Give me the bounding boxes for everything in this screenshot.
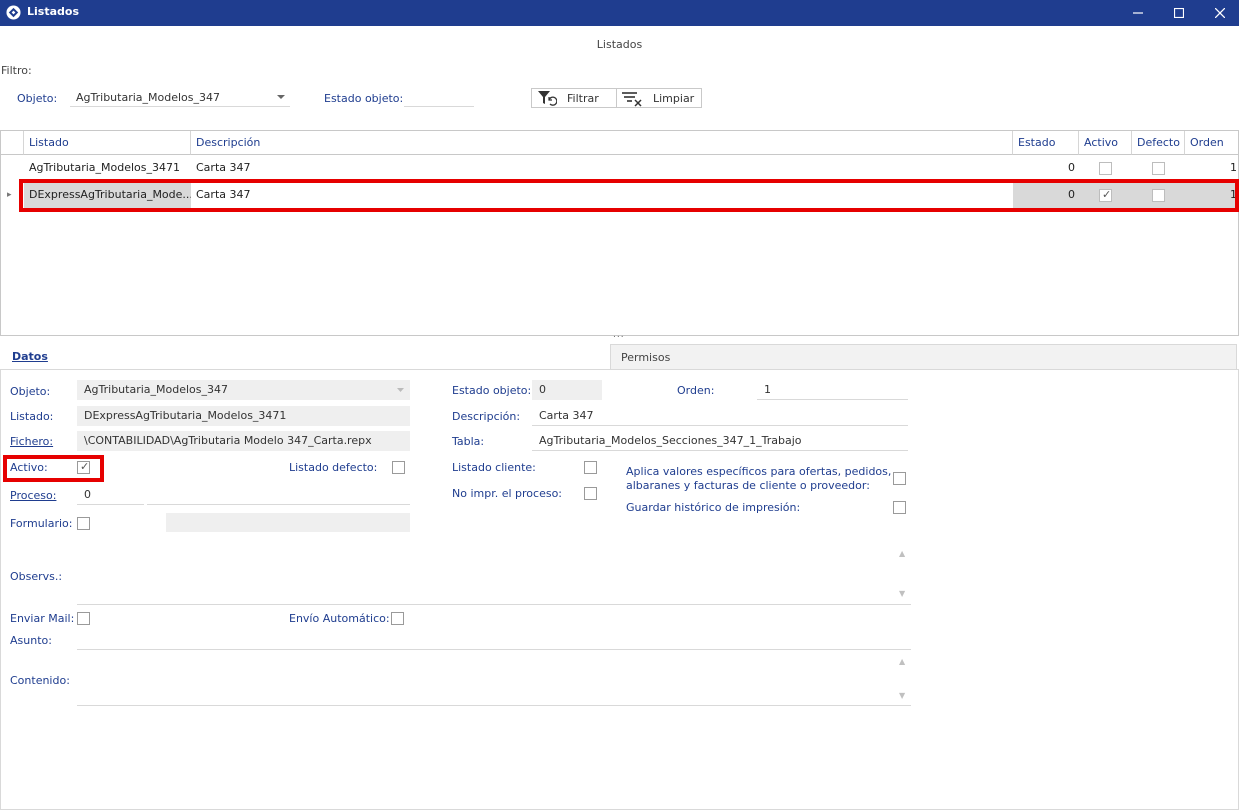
maximize-icon (1174, 8, 1184, 18)
objeto-label: Objeto: (10, 385, 51, 398)
formulario-field[interactable] (166, 513, 410, 532)
listado-defecto-label: Listado defecto: (289, 461, 378, 474)
observs-textarea[interactable]: ▲ ▼ (77, 543, 911, 605)
no-impr-label: No impr. el proceso: (452, 487, 563, 500)
formulario-checkbox[interactable] (77, 517, 90, 530)
proceso-field[interactable]: 0 (77, 485, 144, 505)
filter-estado-input[interactable] (404, 87, 474, 107)
scroll-down-icon[interactable]: ▼ (899, 691, 905, 700)
filter-estado-label: Estado objeto: (324, 92, 404, 105)
aplica-label-line1: Aplica valores específicos para ofertas,… (626, 465, 892, 478)
row-orden: 1 (1230, 161, 1237, 174)
guardar-historico-label: Guardar histórico de impresión: (626, 501, 801, 514)
guardar-historico-checkbox[interactable] (893, 501, 906, 514)
table-row[interactable]: AgTributaria_Modelos_3471 Carta 347 0 1 (1, 155, 1238, 181)
column-header-activo[interactable]: Activo (1079, 131, 1132, 155)
enviar-mail-checkbox[interactable] (77, 612, 90, 625)
close-icon (1215, 8, 1225, 18)
clear-filter-icon (622, 92, 642, 107)
minimize-icon (1133, 12, 1143, 14)
column-header-orden[interactable]: Orden (1185, 131, 1238, 155)
tab-datos[interactable]: Datos (0, 342, 610, 370)
tabla-field[interactable]: AgTributaria_Modelos_Secciones_347_1_Tra… (532, 431, 908, 451)
listado-label: Listado: (10, 410, 54, 423)
limpiar-button[interactable]: Limpiar (616, 88, 702, 108)
listado-cliente-label: Listado cliente: (452, 461, 536, 474)
column-header-listado[interactable]: Listado (24, 131, 191, 155)
filter-objeto-dropdown[interactable]: AgTributaria_Modelos_347 (70, 87, 290, 107)
listado-cliente-checkbox[interactable] (584, 461, 597, 474)
row-defecto-checkbox[interactable] (1152, 162, 1165, 175)
descripcion-field[interactable]: Carta 347 (532, 406, 908, 426)
column-header-estado[interactable]: Estado (1013, 131, 1079, 155)
row-activo-checkbox[interactable] (1099, 162, 1112, 175)
descripcion-label: Descripción: (452, 410, 521, 423)
form-heading: Listados (596, 38, 643, 51)
tab-divider (0, 369, 1239, 370)
filter-objeto-value: AgTributaria_Modelos_347 (76, 91, 220, 104)
close-button[interactable] (1198, 0, 1239, 26)
fichero-field[interactable]: \CONTABILIDAD\AgTributaria Modelo 347_Ca… (77, 431, 410, 451)
row-indicator-icon: ▸ (7, 190, 12, 200)
filtrar-button[interactable]: Filtrar (531, 88, 617, 108)
objeto-value: AgTributaria_Modelos_347 (84, 383, 228, 396)
contenido-label: Contenido: (10, 674, 70, 687)
window-title: Listados (27, 5, 79, 18)
row-descripcion: Carta 347 (196, 161, 251, 174)
orden-field[interactable]: 1 (757, 380, 908, 400)
contenido-textarea[interactable]: ▲ ▼ (77, 650, 911, 706)
listado-field[interactable]: DExpressAgTributaria_Modelos_3471 (77, 406, 410, 426)
filter-refresh-icon (538, 91, 557, 106)
asunto-label: Asunto: (10, 634, 52, 647)
no-impr-checkbox[interactable] (584, 487, 597, 500)
envio-automatico-checkbox[interactable] (391, 612, 404, 625)
filter-objeto-label: Objeto: (17, 92, 58, 105)
maximize-button[interactable] (1157, 0, 1201, 26)
proceso-description-field[interactable] (147, 485, 410, 505)
app-logo-icon (6, 5, 21, 20)
scroll-down-icon[interactable]: ▼ (899, 589, 905, 598)
enviar-mail-label: Enviar Mail: (10, 612, 75, 625)
panel-left-border (0, 370, 1, 810)
chevron-down-icon (397, 388, 404, 392)
aplica-label-line2: albaranes y facturas de cliente o provee… (626, 479, 870, 492)
listados-grid[interactable]: Listado Descripción Estado Activo Defect… (0, 130, 1239, 336)
minimize-button[interactable] (1116, 0, 1160, 26)
tab-permisos-label: Permisos (621, 351, 671, 364)
row-listado: AgTributaria_Modelos_3471 (29, 161, 180, 174)
fichero-label[interactable]: Fichero: (10, 435, 53, 448)
estado-objeto-field[interactable]: 0 (532, 380, 602, 400)
column-header-descripcion[interactable]: Descripción (191, 131, 1013, 155)
highlight-box-activo (3, 455, 104, 482)
observs-label: Observs.: (10, 570, 63, 583)
limpiar-label: Limpiar (653, 91, 695, 105)
tab-datos-label: Datos (12, 350, 48, 363)
orden-label: Orden: (677, 384, 715, 397)
highlight-box-row (19, 179, 1239, 212)
aplica-checkbox[interactable] (893, 472, 906, 485)
scroll-up-icon[interactable]: ▲ (899, 657, 905, 666)
row-estado: 0 (1068, 161, 1075, 174)
chevron-down-icon (277, 95, 285, 99)
grid-corner (1, 131, 24, 155)
formulario-label: Formulario: (10, 517, 73, 530)
tab-permisos[interactable]: Permisos (610, 344, 1237, 370)
estado-objeto-label: Estado objeto: (452, 384, 532, 397)
listado-defecto-checkbox[interactable] (392, 461, 405, 474)
objeto-field[interactable]: AgTributaria_Modelos_347 (77, 380, 410, 400)
asunto-field[interactable] (77, 630, 911, 650)
splitter-handle[interactable]: ... (613, 330, 625, 340)
scroll-up-icon[interactable]: ▲ (899, 549, 905, 558)
tabla-label: Tabla: (452, 435, 485, 448)
filtrar-label: Filtrar (567, 91, 599, 105)
title-bar: Listados (0, 0, 1239, 26)
envio-automatico-label: Envío Automático: (289, 612, 390, 625)
proceso-label[interactable]: Proceso: (10, 489, 56, 502)
filter-label: Filtro: (1, 64, 32, 77)
column-header-defecto[interactable]: Defecto (1132, 131, 1185, 155)
